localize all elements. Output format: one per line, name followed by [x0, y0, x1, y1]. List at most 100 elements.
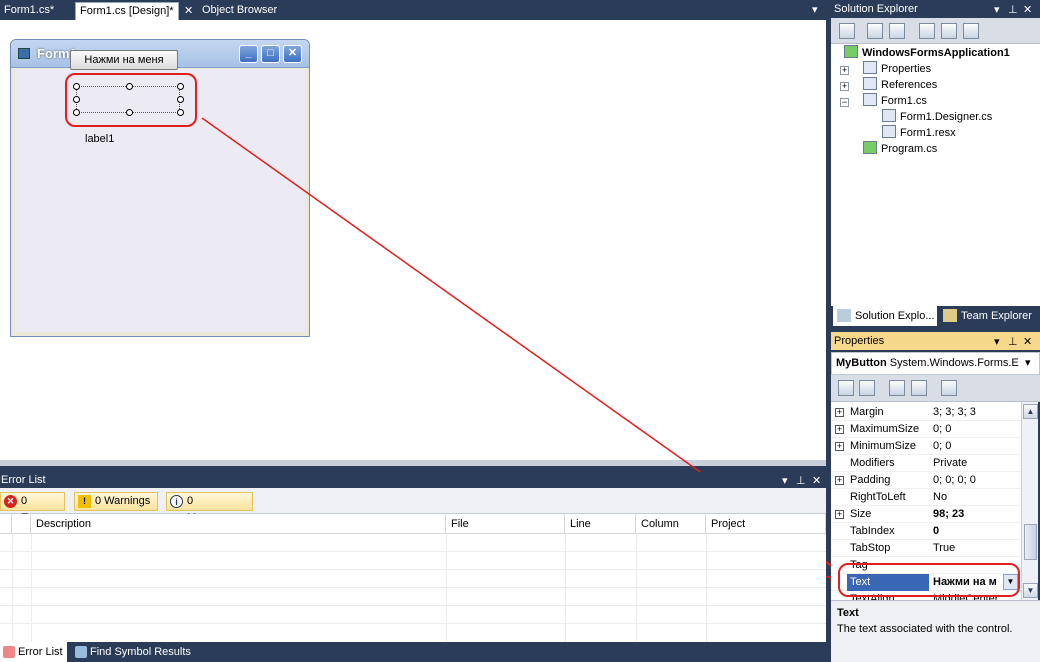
- column-header-icon[interactable]: [0, 514, 12, 534]
- property-row[interactable]: + MinimumSize 0; 0: [831, 438, 1021, 455]
- tree-item-form1[interactable]: Form1.cs: [863, 93, 927, 109]
- dropdown-icon[interactable]: ▾: [994, 333, 1000, 351]
- expand-icon[interactable]: +: [835, 510, 844, 519]
- tab-error-list[interactable]: Error List: [0, 642, 67, 662]
- events-icon[interactable]: [911, 380, 927, 396]
- properties-title-text: Properties: [834, 335, 885, 347]
- pin-icon[interactable]: ⊥: [1008, 333, 1018, 351]
- warnings-count: 0 Warnings: [95, 495, 151, 507]
- column-header-number[interactable]: [12, 514, 31, 534]
- description-text: The text associated with the control.: [837, 623, 1013, 635]
- binoculars-icon: [75, 646, 87, 658]
- tab-team-explorer[interactable]: Team Explorer: [939, 306, 1032, 326]
- alphabetical-icon[interactable]: [859, 380, 875, 396]
- class-diagram-icon[interactable]: [963, 23, 979, 39]
- scroll-up-icon[interactable]: ▲: [1023, 404, 1038, 419]
- dropdown-icon[interactable]: ▾: [782, 473, 788, 489]
- highlight-ring-text-property: [838, 563, 1020, 597]
- property-row[interactable]: TabIndex 0: [831, 523, 1021, 540]
- error-list-icon: [3, 646, 15, 658]
- tree-item-properties[interactable]: Properties: [863, 61, 931, 77]
- column-header-column[interactable]: Column: [636, 514, 706, 534]
- view-designer-icon[interactable]: [941, 23, 957, 39]
- grid-row-line: [0, 605, 826, 606]
- show-all-files-icon[interactable]: [867, 23, 883, 39]
- grid-column-line: [446, 534, 447, 642]
- properties-toolbar: [831, 375, 1040, 402]
- object-type: System.Windows.Forms.E: [889, 357, 1019, 369]
- property-row[interactable]: RightToLeft No: [831, 489, 1021, 506]
- error-list-grid: Description File Line Column Project: [0, 514, 826, 642]
- team-explorer-icon: [943, 309, 957, 322]
- grid-column-line: [706, 534, 707, 642]
- tree-item-form1-designer[interactable]: Form1.Designer.cs: [882, 109, 992, 125]
- form-file-icon: [863, 93, 877, 106]
- grid-column-line: [31, 534, 32, 642]
- tree-item-project[interactable]: WindowsFormsApplication1: [844, 45, 1010, 61]
- properties-icon[interactable]: [839, 23, 855, 39]
- view-code-icon[interactable]: [919, 23, 935, 39]
- grid-column-line: [12, 534, 13, 642]
- errors-filter-button[interactable]: ✕ 0 Errors: [0, 492, 65, 524]
- chevron-down-icon[interactable]: ▾: [1025, 353, 1031, 374]
- categorized-icon[interactable]: [838, 380, 854, 396]
- close-icon[interactable]: ✕: [1023, 1, 1032, 19]
- object-selector[interactable]: MyButton System.Windows.Forms.E ▾: [831, 352, 1040, 375]
- tree-item-form1-resx[interactable]: Form1.resx: [882, 125, 956, 141]
- scroll-down-icon[interactable]: ▼: [1023, 583, 1038, 598]
- property-row[interactable]: + Padding 0; 0; 0; 0: [831, 472, 1021, 489]
- column-header-file[interactable]: File: [446, 514, 565, 534]
- expand-icon[interactable]: +: [835, 425, 844, 434]
- tree-item-program[interactable]: Program.cs: [863, 141, 937, 157]
- expand-icon[interactable]: +: [840, 82, 849, 91]
- close-icon[interactable]: ✕: [812, 473, 821, 489]
- object-name: MyButton: [836, 357, 887, 369]
- error-list-title-text: Error List: [1, 474, 46, 486]
- tree-item-references[interactable]: References: [863, 77, 937, 93]
- pin-icon[interactable]: ⊥: [1008, 1, 1018, 19]
- grid-row-line: [0, 623, 826, 624]
- property-row[interactable]: + Size 98; 23: [831, 506, 1021, 523]
- grid-column-line: [636, 534, 637, 642]
- property-row[interactable]: + MaximumSize 0; 0: [831, 421, 1021, 438]
- expand-icon[interactable]: +: [840, 66, 849, 75]
- property-pages-icon[interactable]: [941, 380, 957, 396]
- refresh-icon[interactable]: [889, 23, 905, 39]
- expand-icon[interactable]: +: [835, 408, 844, 417]
- info-icon: i: [170, 495, 183, 508]
- solution-explorer-title: Solution Explorer ▾ ⊥ ✕: [831, 0, 1040, 18]
- solution-tree: WindowsFormsApplication1 + Properties + …: [831, 44, 1040, 306]
- property-grid-scrollbar[interactable]: ▲ ▼: [1021, 402, 1038, 600]
- column-header-line[interactable]: Line: [565, 514, 636, 534]
- bottom-tab-strip: Error List Find Symbol Results: [0, 642, 828, 662]
- messages-filter-button[interactable]: i 0 Messages: [166, 492, 253, 524]
- pin-icon[interactable]: ⊥: [796, 473, 806, 489]
- close-icon[interactable]: ✕: [1023, 333, 1032, 351]
- tab-find-symbol-label: Find Symbol Results: [90, 646, 191, 658]
- scroll-thumb[interactable]: [1024, 524, 1037, 560]
- grid-column-line: [565, 534, 566, 642]
- column-header-description[interactable]: Description: [31, 514, 446, 534]
- resx-file-icon: [882, 125, 896, 138]
- properties-folder-icon: [863, 61, 877, 74]
- csharp-project-icon: [844, 45, 858, 58]
- property-row[interactable]: Modifiers Private: [831, 455, 1021, 472]
- solution-explorer-title-text: Solution Explorer: [834, 3, 918, 15]
- property-row[interactable]: TabStop True: [831, 540, 1021, 557]
- property-description: Text The text associated with the contro…: [831, 600, 1040, 662]
- grid-row-line: [0, 569, 826, 570]
- grid-row-line: [0, 587, 826, 588]
- expand-icon[interactable]: +: [835, 476, 844, 485]
- column-header-project[interactable]: Project: [706, 514, 826, 534]
- properties-view-icon[interactable]: [889, 380, 905, 396]
- tab-solution-explorer[interactable]: Solution Explo...: [833, 306, 937, 326]
- tab-find-symbol-results[interactable]: Find Symbol Results: [72, 642, 195, 662]
- tab-error-list-label: Error List: [18, 646, 63, 658]
- dropdown-icon[interactable]: ▾: [994, 1, 1000, 19]
- warnings-filter-button[interactable]: ! 0 Warnings: [74, 492, 158, 511]
- collapse-icon[interactable]: −: [840, 98, 849, 107]
- solution-explorer-toolbar: [831, 18, 1040, 44]
- references-icon: [863, 77, 877, 90]
- expand-icon[interactable]: +: [835, 442, 844, 451]
- property-row[interactable]: + Margin 3; 3; 3; 3: [831, 404, 1021, 421]
